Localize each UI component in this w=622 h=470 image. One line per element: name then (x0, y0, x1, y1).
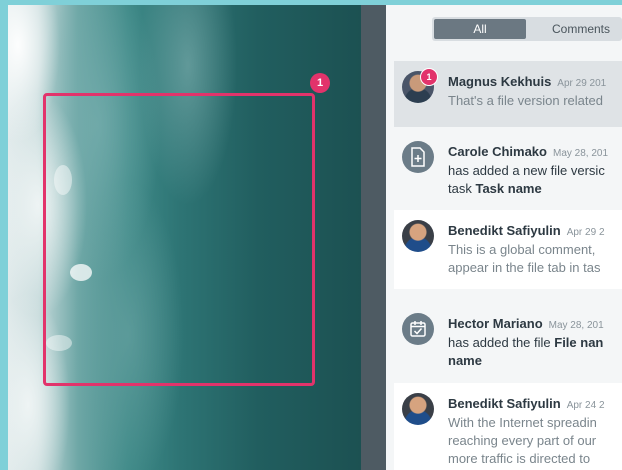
filter-comments-button[interactable]: Comments (536, 17, 622, 41)
avatar (402, 393, 434, 425)
author-name-text: Carole Chimako (448, 144, 547, 159)
author-name: Carole Chimako May 28, 201 (448, 144, 608, 159)
activity-item[interactable]: Hector Mariano May 28, 201 has added the … (394, 303, 622, 375)
timestamp: Apr 29 201 (557, 78, 607, 89)
activity-line: task Task name (448, 180, 605, 198)
author-name-text: Hector Mariano (448, 316, 543, 331)
timestamp: Apr 24 2 (566, 400, 605, 411)
author-name: Magnus Kekhuis Apr 29 201 (448, 74, 606, 89)
comment-line: With the Internet spreadin (448, 415, 597, 430)
activity-item[interactable]: Benedikt Safiyulin Apr 29 2 This is a glo… (394, 210, 622, 289)
author-name-text: Benedikt Safiyulin (448, 396, 561, 411)
comment-line: This is a global comment, (448, 242, 596, 257)
activity-item[interactable]: 1 Magnus Kekhuis Apr 29 201 That's a file… (394, 61, 622, 127)
panel-divider (361, 5, 386, 470)
comment-count-badge: 1 (420, 68, 438, 86)
comment-line: appear in the file tab in tas (448, 260, 601, 275)
author-name: Hector Mariano May 28, 201 (448, 316, 604, 331)
file-link[interactable]: File nan (554, 335, 603, 350)
task-link[interactable]: Task name (475, 181, 541, 196)
comment-text: This is a global comment, appear in the … (448, 241, 601, 277)
annotation-rectangle[interactable] (43, 93, 315, 386)
activity-item[interactable]: Carole Chimako May 28, 201 has added a ne… (394, 131, 622, 203)
author-name: Benedikt Safiyulin Apr 24 2 (448, 396, 605, 411)
activity-panel: All Comments 1 Magnus Kekhuis Apr 29 201 … (386, 5, 622, 470)
activity-line: has added the file File nan (448, 334, 603, 352)
comment-line: reaching every part of our (448, 433, 597, 448)
timestamp: May 28, 201 (552, 148, 609, 159)
comment-text: That's a file version related (448, 93, 603, 108)
activity-line: name (448, 352, 603, 370)
author-name: Benedikt Safiyulin Apr 29 2 (448, 223, 605, 238)
activity-item[interactable]: Benedikt Safiyulin Apr 24 2 With the Inte… (394, 383, 622, 470)
file-link[interactable]: name (448, 353, 482, 368)
comment-text: With the Internet spreadin reaching ever… (448, 414, 597, 468)
app-frame: 1 All Comments 1 Magnus Kekhuis Apr 29 20… (8, 5, 622, 470)
author-name-text: Magnus Kekhuis (448, 74, 552, 89)
file-added-icon (402, 313, 434, 345)
filter-segmented-control: All Comments (432, 17, 622, 41)
annotation-marker[interactable]: 1 (310, 73, 330, 93)
timestamp: May 28, 201 (548, 320, 604, 331)
activity-prefix: task (448, 181, 476, 196)
avatar (402, 220, 434, 252)
author-name-text: Benedikt Safiyulin (448, 223, 561, 238)
activity-prefix: has added the file (448, 335, 555, 350)
activity-line: has added a new file versic (448, 163, 605, 178)
activity-text: has added a new file versic task Task na… (448, 162, 605, 198)
timestamp: Apr 29 2 (566, 227, 605, 238)
comment-line: more traffic is directed to (448, 451, 591, 466)
filter-all-button[interactable]: All (434, 19, 526, 39)
activity-text: has added the file File nan name (448, 334, 603, 370)
file-version-icon (402, 141, 434, 173)
